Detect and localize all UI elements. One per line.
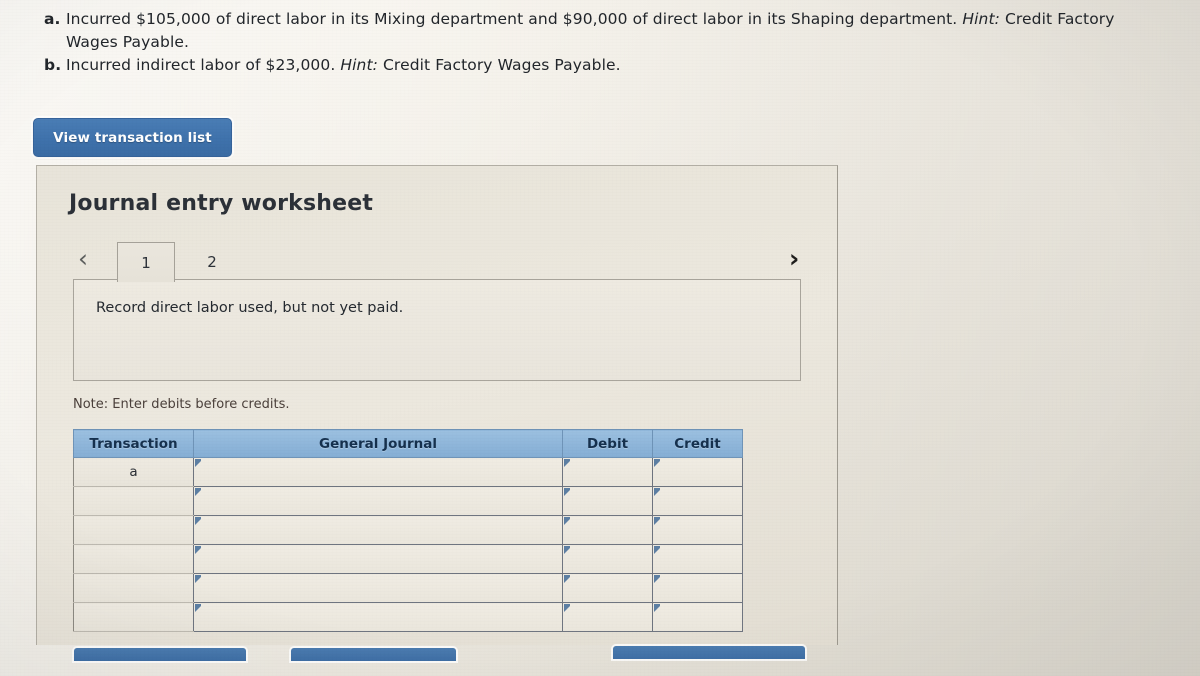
journal-entry-table: Transaction General Journal Debit Credit… — [73, 429, 743, 632]
cell-transaction-1[interactable] — [73, 486, 194, 516]
page-title: Journal entry worksheet — [69, 191, 374, 216]
column-header-general-journal: General Journal — [193, 429, 563, 458]
record-entry-bar[interactable] — [74, 648, 246, 661]
table-row — [73, 515, 743, 545]
question-block: a. Incurred $105,000 of direct labor in … — [42, 8, 1152, 77]
column-header-transaction: Transaction — [73, 429, 194, 458]
cell-transaction-3[interactable] — [73, 544, 194, 574]
cell-general-journal-4[interactable] — [193, 573, 563, 603]
table-row — [73, 486, 743, 516]
question-hint-label-a: Hint: — [962, 10, 1000, 28]
dropdown-triangle-icon — [564, 575, 570, 583]
dropdown-triangle-icon — [195, 546, 201, 554]
cell-debit-5[interactable] — [562, 602, 653, 632]
cell-debit-3[interactable] — [562, 544, 653, 574]
cell-credit-3[interactable] — [652, 544, 743, 574]
cell-general-journal-1[interactable] — [193, 486, 563, 516]
cell-transaction-0[interactable]: a — [73, 457, 194, 487]
table-row: a — [73, 457, 743, 487]
dropdown-triangle-icon — [564, 488, 570, 496]
table-row — [73, 544, 743, 574]
chevron-left-icon[interactable]: ‹ — [78, 246, 88, 272]
dropdown-triangle-icon — [654, 517, 660, 525]
cell-transaction-5[interactable] — [73, 602, 194, 632]
cell-debit-1[interactable] — [562, 486, 653, 516]
dropdown-triangle-icon — [195, 604, 201, 612]
question-text-b-part2: Credit Factory Wages Payable. — [377, 56, 621, 74]
debits-before-credits-note: Note: Enter debits before credits. — [73, 397, 290, 412]
dropdown-triangle-icon — [564, 546, 570, 554]
question-text-b: Incurred indirect labor of $23,000. Hint… — [66, 54, 1152, 77]
dropdown-triangle-icon — [195, 575, 201, 583]
dropdown-triangle-icon — [654, 546, 660, 554]
cell-credit-2[interactable] — [652, 515, 743, 545]
instruction-text: Record direct labor used, but not yet pa… — [96, 300, 404, 316]
tab-2[interactable]: 2 — [183, 242, 241, 282]
dropdown-triangle-icon — [564, 604, 570, 612]
dropdown-triangle-icon — [195, 459, 201, 467]
view-transaction-list-label: View transaction list — [53, 129, 212, 146]
cell-credit-0[interactable] — [652, 457, 743, 487]
dropdown-triangle-icon — [195, 488, 201, 496]
question-item-b: b. Incurred indirect labor of $23,000. H… — [42, 54, 1152, 77]
chevron-right-icon[interactable]: › — [789, 246, 799, 272]
cell-transaction-4[interactable] — [73, 573, 194, 603]
dropdown-triangle-icon — [564, 459, 570, 467]
dropdown-triangle-icon — [654, 488, 660, 496]
dropdown-triangle-icon — [195, 517, 201, 525]
clear-entry-bar[interactable] — [291, 648, 456, 661]
question-letter-b: b. — [44, 56, 62, 74]
question-hint-label-b: Hint: — [340, 56, 378, 74]
table-row — [73, 573, 743, 603]
cell-debit-2[interactable] — [562, 515, 653, 545]
cell-general-journal-0[interactable] — [193, 457, 563, 487]
tab-1-label: 1 — [141, 253, 151, 272]
question-text-a-part1: Incurred $105,000 of direct labor in its… — [66, 10, 963, 28]
table-row — [73, 602, 743, 632]
tab-1[interactable]: 1 — [117, 242, 175, 282]
cell-transaction-2[interactable] — [73, 515, 194, 545]
instruction-box: Record direct labor used, but not yet pa… — [73, 279, 801, 381]
cell-general-journal-3[interactable] — [193, 544, 563, 574]
tab-2-label: 2 — [207, 253, 217, 271]
dropdown-triangle-icon — [654, 459, 660, 467]
cell-credit-1[interactable] — [652, 486, 743, 516]
cell-credit-5[interactable] — [652, 602, 743, 632]
dropdown-triangle-icon — [654, 575, 660, 583]
cell-debit-4[interactable] — [562, 573, 653, 603]
dropdown-triangle-icon — [564, 517, 570, 525]
column-header-debit: Debit — [562, 429, 653, 458]
question-item-a: a. Incurred $105,000 of direct labor in … — [42, 8, 1152, 54]
cell-debit-0[interactable] — [562, 457, 653, 487]
question-text-b-part1: Incurred indirect labor of $23,000. — [66, 56, 341, 74]
question-letter-a: a. — [44, 10, 61, 28]
cell-credit-4[interactable] — [652, 573, 743, 603]
column-header-credit: Credit — [652, 429, 743, 458]
table-header-row: Transaction General Journal Debit Credit — [73, 429, 743, 458]
cell-general-journal-5[interactable] — [193, 602, 563, 632]
journal-entry-worksheet-panel: Journal entry worksheet ‹ 1 2 › Record d… — [36, 165, 838, 645]
dropdown-triangle-icon — [654, 604, 660, 612]
cell-general-journal-2[interactable] — [193, 515, 563, 545]
view-transaction-list-button[interactable]: View transaction list — [33, 118, 232, 157]
view-general-journal-bar[interactable] — [613, 646, 805, 659]
question-text-a: Incurred $105,000 of direct labor in its… — [66, 8, 1152, 54]
